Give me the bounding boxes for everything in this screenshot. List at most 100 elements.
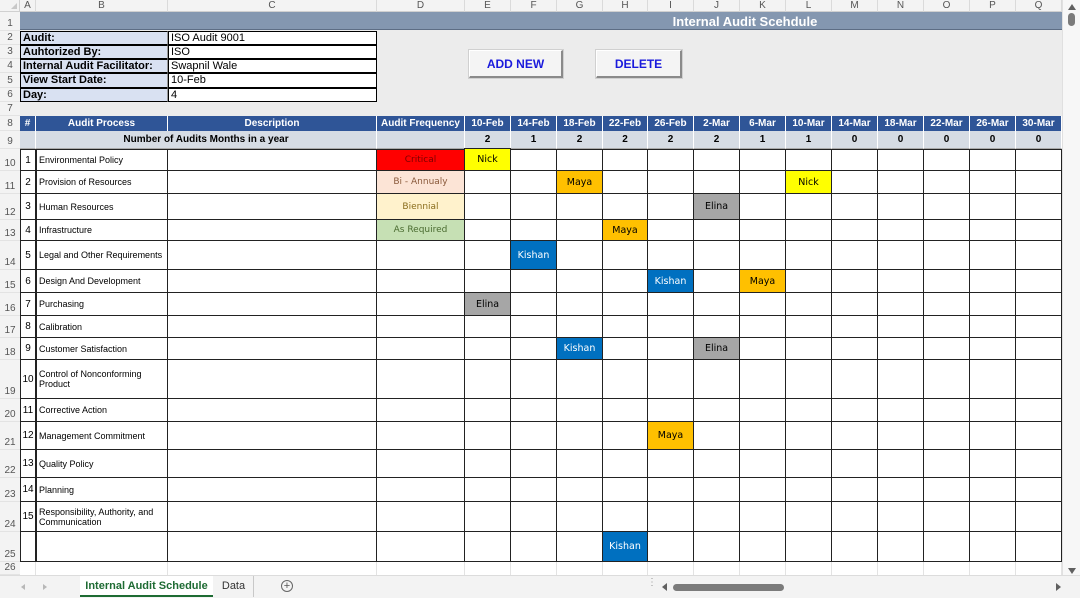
description-cell[interactable] (168, 422, 377, 450)
schedule-cell[interactable] (465, 171, 511, 194)
description-cell[interactable] (168, 532, 377, 562)
schedule-cell[interactable] (924, 293, 970, 316)
schedule-cell[interactable] (694, 422, 740, 450)
schedule-cell[interactable] (832, 338, 878, 360)
scroll-down-arrow-icon[interactable] (1068, 568, 1076, 574)
schedule-cell[interactable] (511, 532, 557, 562)
schedule-cell[interactable] (511, 194, 557, 220)
schedule-cell[interactable] (1016, 338, 1062, 360)
schedule-cell[interactable] (740, 220, 786, 241)
schedule-cell[interactable] (970, 241, 1016, 270)
schedule-cell[interactable] (878, 502, 924, 532)
schedule-cell[interactable] (1016, 220, 1062, 241)
description-cell[interactable] (168, 502, 377, 532)
audit-process-cell[interactable]: Responsibility, Authority, and Communica… (36, 502, 168, 532)
schedule-cell[interactable] (694, 360, 740, 399)
description-cell[interactable] (168, 220, 377, 241)
schedule-cell[interactable] (694, 399, 740, 422)
schedule-cell[interactable] (832, 399, 878, 422)
schedule-cell[interactable] (465, 316, 511, 338)
row-number-cell[interactable]: 11 (20, 399, 36, 422)
description-cell[interactable] (168, 293, 377, 316)
row-header[interactable]: 13 (0, 220, 20, 241)
schedule-cell[interactable] (924, 399, 970, 422)
schedule-cell[interactable] (970, 360, 1016, 399)
auditor-assignment[interactable]: Kishan (602, 531, 648, 562)
prev-sheet-arrow-icon[interactable] (21, 584, 25, 590)
add-sheet-plus-icon[interactable]: + (281, 580, 293, 592)
schedule-cell[interactable] (786, 241, 832, 270)
info-value[interactable]: 10-Feb (168, 73, 377, 88)
description-cell[interactable] (168, 478, 377, 502)
add-new-button[interactable]: ADD NEW (469, 50, 563, 78)
schedule-cell[interactable] (740, 532, 786, 562)
schedule-cell[interactable] (648, 502, 694, 532)
schedule-cell[interactable] (1016, 149, 1062, 171)
column-header[interactable]: E (465, 0, 511, 12)
audit-process-cell[interactable]: Environmental Policy (36, 149, 168, 171)
row-header[interactable]: 5 (0, 73, 20, 88)
schedule-cell[interactable] (924, 532, 970, 562)
description-cell[interactable] (168, 450, 377, 478)
schedule-cell[interactable] (511, 149, 557, 171)
schedule-cell[interactable] (970, 502, 1016, 532)
schedule-cell[interactable] (740, 338, 786, 360)
row-header[interactable]: 14 (0, 241, 20, 270)
row-header[interactable]: 21 (0, 422, 20, 450)
column-header[interactable]: N (878, 0, 924, 12)
row-header[interactable]: 12 (0, 194, 20, 220)
scroll-up-arrow-icon[interactable] (1068, 4, 1076, 10)
audit-frequency-cell[interactable] (377, 422, 465, 450)
schedule-cell[interactable] (878, 316, 924, 338)
row-header[interactable]: 22 (0, 450, 20, 478)
auditor-assignment[interactable]: Elina (693, 193, 740, 220)
schedule-cell[interactable] (832, 149, 878, 171)
schedule-cell[interactable] (557, 360, 603, 399)
schedule-cell[interactable] (786, 422, 832, 450)
schedule-cell[interactable] (603, 422, 648, 450)
info-value[interactable]: ISO Audit 9001 (168, 31, 377, 45)
schedule-cell[interactable] (1016, 316, 1062, 338)
tab-data[interactable]: Data (214, 576, 254, 597)
auditor-assignment[interactable]: Maya (602, 219, 648, 241)
auditor-assignment[interactable]: Maya (556, 170, 603, 194)
row-header[interactable]: 25 (0, 532, 20, 562)
schedule-cell[interactable] (465, 502, 511, 532)
schedule-cell[interactable] (740, 450, 786, 478)
schedule-cell[interactable] (603, 293, 648, 316)
schedule-cell[interactable] (924, 316, 970, 338)
audit-process-cell[interactable] (36, 532, 168, 562)
schedule-cell[interactable] (878, 338, 924, 360)
audit-frequency-cell[interactable] (377, 450, 465, 478)
audit-process-cell[interactable]: Human Resources (36, 194, 168, 220)
schedule-cell[interactable] (924, 194, 970, 220)
schedule-cell[interactable] (694, 270, 740, 293)
schedule-cell[interactable] (648, 338, 694, 360)
info-value[interactable]: 4 (168, 88, 377, 102)
row-number-cell[interactable]: 14 (20, 478, 36, 502)
schedule-cell[interactable] (832, 316, 878, 338)
schedule-cell[interactable] (786, 399, 832, 422)
schedule-cell[interactable] (786, 450, 832, 478)
schedule-cell[interactable] (832, 293, 878, 316)
column-header[interactable]: O (924, 0, 970, 12)
audit-process-cell[interactable]: Design And Development (36, 270, 168, 293)
schedule-cell[interactable] (603, 149, 648, 171)
schedule-cell[interactable] (511, 450, 557, 478)
audit-process-cell[interactable]: Legal and Other Requirements (36, 241, 168, 270)
schedule-cell[interactable] (878, 220, 924, 241)
schedule-cell[interactable] (878, 360, 924, 399)
audit-process-cell[interactable]: Calibration (36, 316, 168, 338)
column-header[interactable]: I (648, 0, 694, 12)
audit-process-cell[interactable]: Planning (36, 478, 168, 502)
schedule-cell[interactable] (603, 241, 648, 270)
schedule-cell[interactable] (1016, 478, 1062, 502)
description-cell[interactable] (168, 316, 377, 338)
schedule-cell[interactable] (511, 220, 557, 241)
row-header[interactable]: 1 (0, 12, 20, 31)
row-number-cell[interactable]: 7 (20, 293, 36, 316)
audit-process-cell[interactable]: Infrastructure (36, 220, 168, 241)
audit-process-cell[interactable]: Quality Policy (36, 450, 168, 478)
row-header[interactable]: 17 (0, 316, 20, 338)
schedule-cell[interactable] (878, 171, 924, 194)
